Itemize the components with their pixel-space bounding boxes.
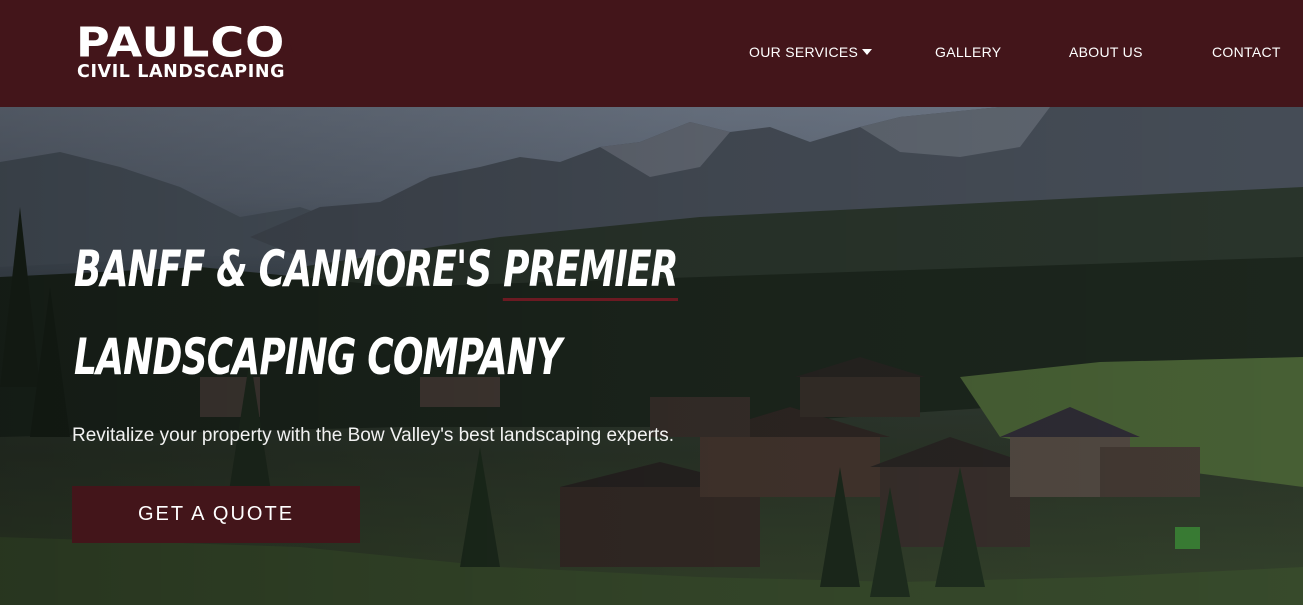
main-nav: OUR SERVICES GALLERY ABOUT US CONTACT <box>0 44 1303 62</box>
site-header: PAULCO CIVIL LANDSCAPING OUR SERVICES GA… <box>0 0 1303 107</box>
headline-line-1: BANFF & CANMORE'S PREMIER <box>74 225 679 313</box>
get-a-quote-button[interactable]: GET A QUOTE <box>72 486 360 543</box>
headline-line-2: LANDSCAPING COMPANY <box>74 328 562 386</box>
headline-line-1-start: BANFF & CANMORE'S <box>74 240 504 298</box>
nav-about-us[interactable]: ABOUT US <box>1069 44 1143 60</box>
nav-gallery[interactable]: GALLERY <box>935 44 1001 60</box>
nav-contact[interactable]: CONTACT <box>1212 44 1281 60</box>
headline-premier: PREMIER <box>503 240 679 301</box>
nav-our-services[interactable]: OUR SERVICES <box>749 44 873 60</box>
caret-down-icon <box>862 49 873 55</box>
hero-headline: BANFF & CANMORE'S PREMIER LANDSCAPING CO… <box>74 225 679 401</box>
hero-subheadline: Revitalize your property with the Bow Va… <box>72 425 675 446</box>
nav-our-services-label: OUR SERVICES <box>749 44 859 60</box>
logo-tagline: CIVIL LANDSCAPING <box>77 62 286 82</box>
